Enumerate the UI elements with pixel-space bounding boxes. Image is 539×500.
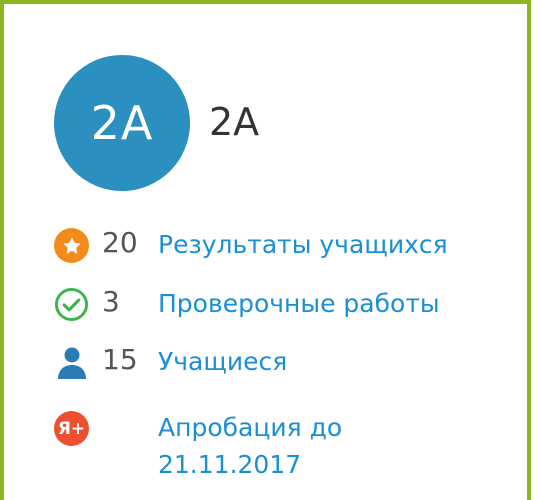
star-badge-icon xyxy=(54,228,89,263)
students-link[interactable]: Учащиеся xyxy=(158,347,287,376)
tests-link[interactable]: Проверочные работы xyxy=(158,289,440,318)
approbation-link[interactable]: Апробация до xyxy=(158,413,342,442)
avatar-text: 2А xyxy=(90,96,154,150)
students-count: 15 xyxy=(102,343,138,376)
results-count: 20 xyxy=(102,226,138,259)
user-icon xyxy=(54,345,89,380)
approbation-date[interactable]: 21.11.2017 xyxy=(158,450,301,479)
class-avatar[interactable]: 2А xyxy=(54,55,190,191)
results-link[interactable]: Результаты учащихся xyxy=(158,230,448,259)
class-card: 2А 2А 20 Результаты учащихся 3 Проверочн… xyxy=(0,0,531,500)
yandex-plus-icon: Я+ xyxy=(54,411,89,446)
class-title[interactable]: 2А xyxy=(209,100,259,144)
tests-count: 3 xyxy=(102,285,120,318)
check-circle-icon xyxy=(54,287,89,322)
